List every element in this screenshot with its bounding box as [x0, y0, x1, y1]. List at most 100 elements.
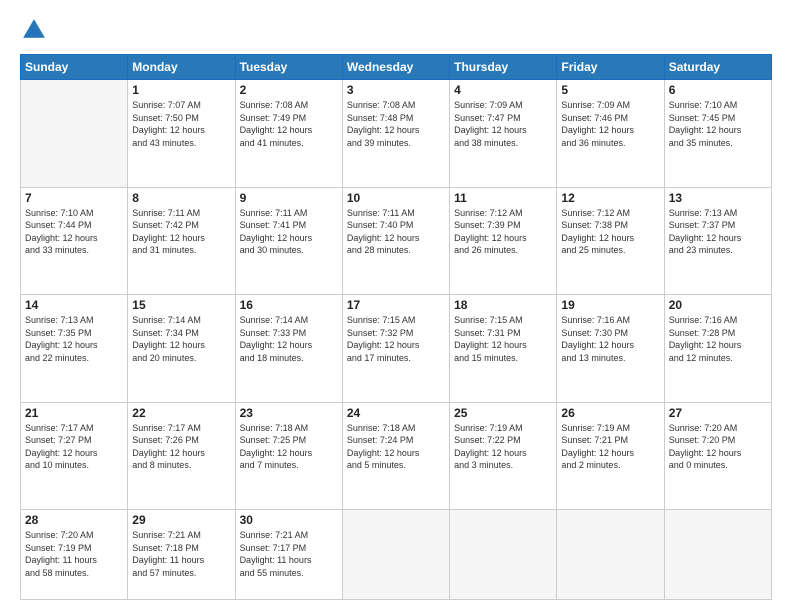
day-info: Sunrise: 7:15 AM Sunset: 7:31 PM Dayligh… [454, 314, 552, 364]
day-info: Sunrise: 7:15 AM Sunset: 7:32 PM Dayligh… [347, 314, 445, 364]
day-number: 5 [561, 83, 659, 97]
day-number: 21 [25, 406, 123, 420]
day-number: 6 [669, 83, 767, 97]
day-number: 25 [454, 406, 552, 420]
calendar-cell: 17 Sunrise: 7:15 AM Sunset: 7:32 PM Dayli… [342, 295, 449, 403]
day-number: 7 [25, 191, 123, 205]
calendar-cell: 16 Sunrise: 7:14 AM Sunset: 7:33 PM Dayli… [235, 295, 342, 403]
calendar-cell [21, 80, 128, 188]
day-info: Sunrise: 7:14 AM Sunset: 7:34 PM Dayligh… [132, 314, 230, 364]
day-info: Sunrise: 7:14 AM Sunset: 7:33 PM Dayligh… [240, 314, 338, 364]
calendar-cell: 5 Sunrise: 7:09 AM Sunset: 7:46 PM Daylig… [557, 80, 664, 188]
header [20, 16, 772, 44]
calendar-cell: 7 Sunrise: 7:10 AM Sunset: 7:44 PM Daylig… [21, 187, 128, 295]
calendar-table: SundayMondayTuesdayWednesdayThursdayFrid… [20, 54, 772, 600]
day-number: 8 [132, 191, 230, 205]
calendar-cell: 10 Sunrise: 7:11 AM Sunset: 7:40 PM Dayli… [342, 187, 449, 295]
day-number: 9 [240, 191, 338, 205]
day-info: Sunrise: 7:18 AM Sunset: 7:25 PM Dayligh… [240, 422, 338, 472]
calendar-cell [557, 510, 664, 600]
day-number: 29 [132, 513, 230, 527]
day-info: Sunrise: 7:16 AM Sunset: 7:30 PM Dayligh… [561, 314, 659, 364]
calendar-cell: 20Sunrise: 7:16 AM Sunset: 7:28 PM Dayli… [664, 295, 771, 403]
day-info: Sunrise: 7:20 AM Sunset: 7:19 PM Dayligh… [25, 529, 123, 579]
calendar-week-row: 7 Sunrise: 7:10 AM Sunset: 7:44 PM Daylig… [21, 187, 772, 295]
calendar-cell: 27Sunrise: 7:20 AM Sunset: 7:20 PM Dayli… [664, 402, 771, 510]
day-number: 28 [25, 513, 123, 527]
calendar-week-row: 14 Sunrise: 7:13 AM Sunset: 7:35 PM Dayli… [21, 295, 772, 403]
calendar-cell: 19 Sunrise: 7:16 AM Sunset: 7:30 PM Dayli… [557, 295, 664, 403]
calendar-cell: 23 Sunrise: 7:18 AM Sunset: 7:25 PM Dayli… [235, 402, 342, 510]
day-number: 19 [561, 298, 659, 312]
day-number: 15 [132, 298, 230, 312]
day-info: Sunrise: 7:12 AM Sunset: 7:39 PM Dayligh… [454, 207, 552, 257]
calendar-cell: 26 Sunrise: 7:19 AM Sunset: 7:21 PM Dayli… [557, 402, 664, 510]
page: SundayMondayTuesdayWednesdayThursdayFrid… [0, 0, 792, 612]
weekday-header-monday: Monday [128, 55, 235, 80]
day-info: Sunrise: 7:08 AM Sunset: 7:48 PM Dayligh… [347, 99, 445, 149]
day-number: 16 [240, 298, 338, 312]
day-info: Sunrise: 7:10 AM Sunset: 7:44 PM Dayligh… [25, 207, 123, 257]
calendar-cell: 4 Sunrise: 7:09 AM Sunset: 7:47 PM Daylig… [450, 80, 557, 188]
day-number: 23 [240, 406, 338, 420]
day-info: Sunrise: 7:11 AM Sunset: 7:40 PM Dayligh… [347, 207, 445, 257]
weekday-header-wednesday: Wednesday [342, 55, 449, 80]
day-number: 10 [347, 191, 445, 205]
logo [20, 16, 52, 44]
day-number: 30 [240, 513, 338, 527]
calendar-cell: 21 Sunrise: 7:17 AM Sunset: 7:27 PM Dayli… [21, 402, 128, 510]
day-number: 3 [347, 83, 445, 97]
weekday-header-row: SundayMondayTuesdayWednesdayThursdayFrid… [21, 55, 772, 80]
day-number: 22 [132, 406, 230, 420]
calendar-cell: 25 Sunrise: 7:19 AM Sunset: 7:22 PM Dayli… [450, 402, 557, 510]
day-info: Sunrise: 7:10 AM Sunset: 7:45 PM Dayligh… [669, 99, 767, 149]
day-info: Sunrise: 7:19 AM Sunset: 7:21 PM Dayligh… [561, 422, 659, 472]
day-info: Sunrise: 7:17 AM Sunset: 7:27 PM Dayligh… [25, 422, 123, 472]
calendar-cell: 14 Sunrise: 7:13 AM Sunset: 7:35 PM Dayli… [21, 295, 128, 403]
calendar-cell: 13Sunrise: 7:13 AM Sunset: 7:37 PM Dayli… [664, 187, 771, 295]
weekday-header-tuesday: Tuesday [235, 55, 342, 80]
calendar-cell: 9 Sunrise: 7:11 AM Sunset: 7:41 PM Daylig… [235, 187, 342, 295]
calendar-cell: 28 Sunrise: 7:20 AM Sunset: 7:19 PM Dayli… [21, 510, 128, 600]
day-number: 2 [240, 83, 338, 97]
day-info: Sunrise: 7:17 AM Sunset: 7:26 PM Dayligh… [132, 422, 230, 472]
day-number: 18 [454, 298, 552, 312]
weekday-header-sunday: Sunday [21, 55, 128, 80]
calendar-cell: 6 Sunrise: 7:10 AM Sunset: 7:45 PM Daylig… [664, 80, 771, 188]
calendar-week-row: 21 Sunrise: 7:17 AM Sunset: 7:27 PM Dayli… [21, 402, 772, 510]
weekday-header-saturday: Saturday [664, 55, 771, 80]
day-info: Sunrise: 7:21 AM Sunset: 7:18 PM Dayligh… [132, 529, 230, 579]
day-info: Sunrise: 7:19 AM Sunset: 7:22 PM Dayligh… [454, 422, 552, 472]
day-info: Sunrise: 7:09 AM Sunset: 7:47 PM Dayligh… [454, 99, 552, 149]
calendar-cell: 1Sunrise: 7:07 AM Sunset: 7:50 PM Daylig… [128, 80, 235, 188]
day-info: Sunrise: 7:07 AM Sunset: 7:50 PM Dayligh… [132, 99, 230, 149]
day-number: 17 [347, 298, 445, 312]
calendar-cell: 24Sunrise: 7:18 AM Sunset: 7:24 PM Dayli… [342, 402, 449, 510]
day-info: Sunrise: 7:13 AM Sunset: 7:35 PM Dayligh… [25, 314, 123, 364]
day-info: Sunrise: 7:09 AM Sunset: 7:46 PM Dayligh… [561, 99, 659, 149]
calendar-cell: 18 Sunrise: 7:15 AM Sunset: 7:31 PM Dayli… [450, 295, 557, 403]
day-number: 14 [25, 298, 123, 312]
day-number: 26 [561, 406, 659, 420]
logo-icon [20, 16, 48, 44]
calendar-cell: 30Sunrise: 7:21 AM Sunset: 7:17 PM Dayli… [235, 510, 342, 600]
calendar-cell: 3 Sunrise: 7:08 AM Sunset: 7:48 PM Daylig… [342, 80, 449, 188]
weekday-header-friday: Friday [557, 55, 664, 80]
day-number: 13 [669, 191, 767, 205]
calendar-cell: 22 Sunrise: 7:17 AM Sunset: 7:26 PM Dayli… [128, 402, 235, 510]
calendar-cell [450, 510, 557, 600]
day-number: 27 [669, 406, 767, 420]
calendar-week-row: 28 Sunrise: 7:20 AM Sunset: 7:19 PM Dayli… [21, 510, 772, 600]
day-info: Sunrise: 7:08 AM Sunset: 7:49 PM Dayligh… [240, 99, 338, 149]
calendar-cell: 11Sunrise: 7:12 AM Sunset: 7:39 PM Dayli… [450, 187, 557, 295]
calendar-cell: 15 Sunrise: 7:14 AM Sunset: 7:34 PM Dayli… [128, 295, 235, 403]
day-info: Sunrise: 7:16 AM Sunset: 7:28 PM Dayligh… [669, 314, 767, 364]
day-info: Sunrise: 7:11 AM Sunset: 7:42 PM Dayligh… [132, 207, 230, 257]
day-info: Sunrise: 7:11 AM Sunset: 7:41 PM Dayligh… [240, 207, 338, 257]
calendar-cell: 2 Sunrise: 7:08 AM Sunset: 7:49 PM Daylig… [235, 80, 342, 188]
day-number: 4 [454, 83, 552, 97]
calendar-cell: 29 Sunrise: 7:21 AM Sunset: 7:18 PM Dayli… [128, 510, 235, 600]
calendar-cell: 12Sunrise: 7:12 AM Sunset: 7:38 PM Dayli… [557, 187, 664, 295]
calendar-cell: 8 Sunrise: 7:11 AM Sunset: 7:42 PM Daylig… [128, 187, 235, 295]
calendar-week-row: 1Sunrise: 7:07 AM Sunset: 7:50 PM Daylig… [21, 80, 772, 188]
